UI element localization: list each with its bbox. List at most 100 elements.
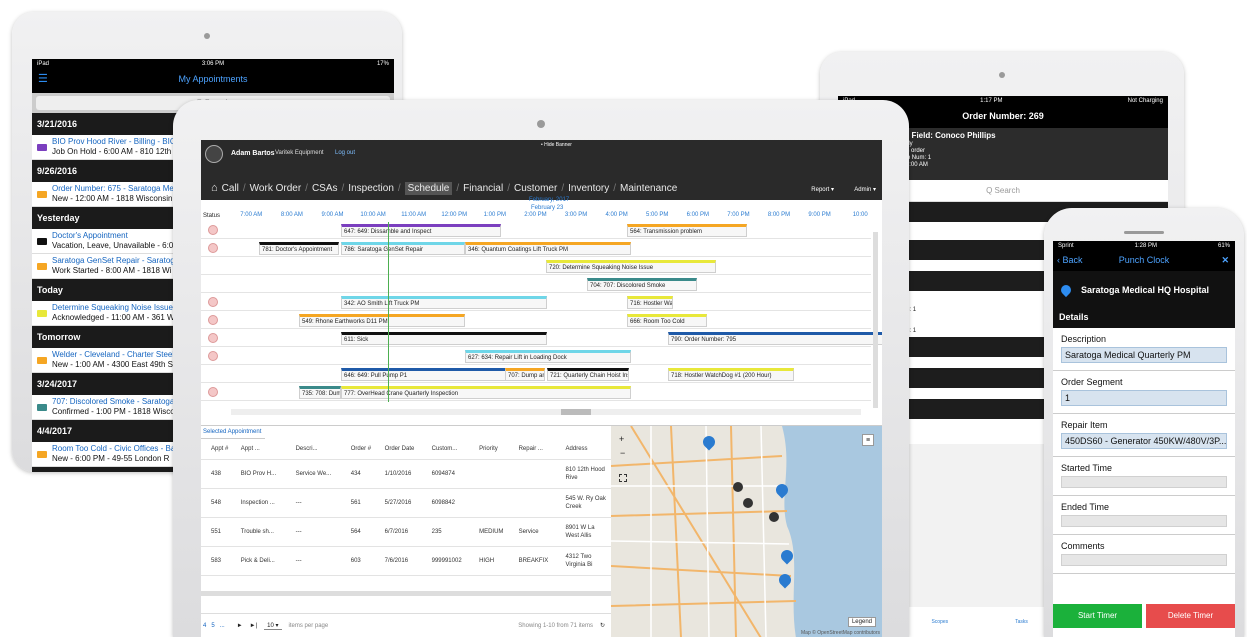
page-link[interactable]: 5 xyxy=(211,623,214,629)
action-bar: Start Timer Delete Timer xyxy=(1053,597,1235,637)
schedule-event[interactable]: 781: Doctor's Appointment xyxy=(259,242,339,255)
row-expand[interactable] xyxy=(201,459,209,489)
schedule-event[interactable]: 707: Dump an xyxy=(505,368,545,381)
field-label: Order Segment xyxy=(1061,377,1123,387)
admin-menu[interactable]: Admin ▾ xyxy=(854,186,876,193)
nav-customer[interactable]: Customer xyxy=(514,183,557,194)
schedule-event[interactable]: 627: 634: Repair Lift in Loading Dock xyxy=(465,350,631,363)
column-header[interactable]: Appt ... xyxy=(238,439,294,460)
column-header[interactable]: Descri... xyxy=(293,439,349,460)
menu-icon[interactable]: ☰ xyxy=(38,69,48,89)
report-menu[interactable]: Report ▾ xyxy=(811,186,834,193)
schedule-event[interactable]: 716: Hostler WatchDog #1 (20 xyxy=(627,296,673,309)
table-row[interactable]: 551 Trouble sh... --- 564 6/7/2016 235 MEDIUM S… xyxy=(201,517,611,547)
column-header[interactable]: Order # xyxy=(348,439,383,460)
appointment-status: New - 12:00 AM - 1818 Wisconsin xyxy=(52,194,173,203)
map-pin-icon[interactable] xyxy=(733,482,743,492)
start-timer-button[interactable]: Start Timer xyxy=(1053,604,1142,628)
tab-scopes[interactable]: Scopes xyxy=(931,619,948,625)
back-button[interactable]: ‹ Back xyxy=(1057,251,1083,269)
row-expand[interactable] xyxy=(201,517,209,547)
map-pin-icon[interactable] xyxy=(769,512,779,522)
column-header[interactable]: Appt # xyxy=(209,439,239,460)
schedule-event[interactable]: 647: 649: Dissamble and Inspect xyxy=(341,224,501,237)
schedule-event[interactable]: 646: 649: Pull Pump P1 xyxy=(341,368,507,381)
row-expand[interactable] xyxy=(201,546,209,576)
scroll-thumb[interactable] xyxy=(561,409,591,415)
column-header[interactable]: Repair ... xyxy=(516,439,564,460)
nav-work-order[interactable]: Work Order xyxy=(250,183,302,194)
table-cell: 999991002 xyxy=(429,546,478,576)
layers-icon[interactable]: ≡ xyxy=(862,434,874,446)
field-input[interactable] xyxy=(1061,554,1227,566)
close-icon[interactable]: ✕ xyxy=(1221,251,1229,269)
table-row[interactable]: 548 Inspection ... --- 561 5/27/2016 6098842 5… xyxy=(201,488,611,518)
map[interactable]: + − ≡ Legend Map © OpenStreetMap contrib… xyxy=(611,425,882,637)
column-header[interactable]: Address xyxy=(563,439,611,460)
table-row[interactable]: 583 Pick & Deli... --- 603 7/6/2016 999991002… xyxy=(201,546,611,576)
tab-tasks[interactable]: Tasks xyxy=(1015,619,1028,625)
location-bar: Saratoga Medical HQ Hospital xyxy=(1053,271,1235,308)
per-page-select[interactable]: 10 ▾ xyxy=(264,622,282,630)
nav-call[interactable]: Call xyxy=(222,183,239,194)
camera-icon xyxy=(999,72,1005,78)
schedule-event[interactable]: 549: Rhone Earthworks D11 PM xyxy=(299,314,465,327)
fullscreen-icon[interactable] xyxy=(619,474,627,482)
nav-schedule[interactable]: Schedule xyxy=(404,181,453,195)
column-header[interactable]: Custom... xyxy=(429,439,478,460)
schedule-event[interactable]: 735: 708: Dum xyxy=(299,386,341,399)
schedule-event[interactable]: 564: Transmission problem xyxy=(627,224,747,237)
table-row[interactable]: 438 BIO Prov H... Service We... 434 1/10/201… xyxy=(201,459,611,489)
next-page-button[interactable]: ► xyxy=(237,623,243,629)
map-pin-icon[interactable] xyxy=(743,498,753,508)
nav-financial[interactable]: Financial xyxy=(463,183,503,194)
phone: Sprint 1:28 PM 61% ‹ Back Punch Clock ✕ Sa… xyxy=(1044,208,1244,637)
tab-selected-appointment[interactable]: Selected Appointment xyxy=(201,426,265,439)
location-name: Saratoga Medical HQ Hospital xyxy=(1081,284,1210,295)
schedule-event[interactable]: 718: Hostler WatchDog #1 (200 Hour) xyxy=(668,368,794,381)
zoom-out-button[interactable]: − xyxy=(620,448,625,458)
schedule-event[interactable]: 720: Determine Squeaking Noise Issue xyxy=(546,260,716,273)
field-input[interactable]: 1 xyxy=(1061,390,1227,406)
scheduler: February, 2017 February 23 Status 7:00 A… xyxy=(201,197,882,420)
vertical-scrollbar[interactable] xyxy=(873,232,878,408)
hide-banner-link[interactable]: • Hide Banner xyxy=(541,142,572,148)
nav-inventory[interactable]: Inventory xyxy=(568,183,609,194)
schedule-event[interactable]: 342: AO Smith Lift Truck PM xyxy=(341,296,547,309)
home-icon[interactable]: ⌂ xyxy=(211,182,218,194)
truck-icon xyxy=(37,143,47,151)
grid-hscroll[interactable] xyxy=(201,591,611,596)
logout-link[interactable]: Log out xyxy=(335,150,355,156)
schedule-event[interactable]: 790: Order Number: 795 xyxy=(668,332,882,345)
column-header[interactable]: Priority xyxy=(477,439,517,460)
schedule-event[interactable]: 611: Sick xyxy=(341,332,547,345)
page-link[interactable]: ... xyxy=(220,623,225,629)
column-header[interactable]: Order Date xyxy=(382,439,430,460)
nav-csas[interactable]: CSAs xyxy=(312,183,338,194)
schedule-event[interactable]: 786: Saratoga GenSet Repair xyxy=(341,242,465,255)
schedule-event[interactable]: 666: Room Too Cold xyxy=(627,314,707,327)
schedule-event[interactable]: 777: OverHead Crane Quarterly Inspection xyxy=(341,386,631,399)
field-input[interactable] xyxy=(1061,476,1227,488)
table-cell: 235 xyxy=(429,517,478,547)
nav-bar: ☰ My Appointments xyxy=(32,69,394,93)
nav-maintenance[interactable]: Maintenance xyxy=(620,183,677,194)
refresh-icon[interactable]: ↻ xyxy=(600,622,605,629)
field-input[interactable] xyxy=(1061,515,1227,527)
company-name: Varitek Equipment xyxy=(275,150,324,156)
legend-button[interactable]: Legend xyxy=(847,617,876,627)
avatar[interactable] xyxy=(205,145,223,163)
nav-inspection[interactable]: Inspection xyxy=(348,183,394,194)
field-input[interactable]: 450DS60 - Generator 450KW/480V/3P... xyxy=(1061,433,1227,449)
per-page-label: items per page xyxy=(288,622,329,629)
page-link[interactable]: 4 xyxy=(203,623,206,629)
field-input[interactable]: Saratoga Medical Quarterly PM xyxy=(1061,347,1227,363)
delete-timer-button[interactable]: Delete Timer xyxy=(1146,604,1235,628)
zoom-in-button[interactable]: + xyxy=(619,434,624,444)
last-page-button[interactable]: ►| xyxy=(250,623,258,629)
horizontal-scrollbar[interactable] xyxy=(231,409,861,415)
row-expand[interactable] xyxy=(201,488,209,518)
schedule-event[interactable]: 346: Quantum Coatings Lift Truck PM xyxy=(465,242,631,255)
schedule-event[interactable]: 721: Quarterly Chain Hoist Ins xyxy=(547,368,629,381)
schedule-event[interactable]: 704: 707: Discolored Smoke xyxy=(587,278,697,291)
